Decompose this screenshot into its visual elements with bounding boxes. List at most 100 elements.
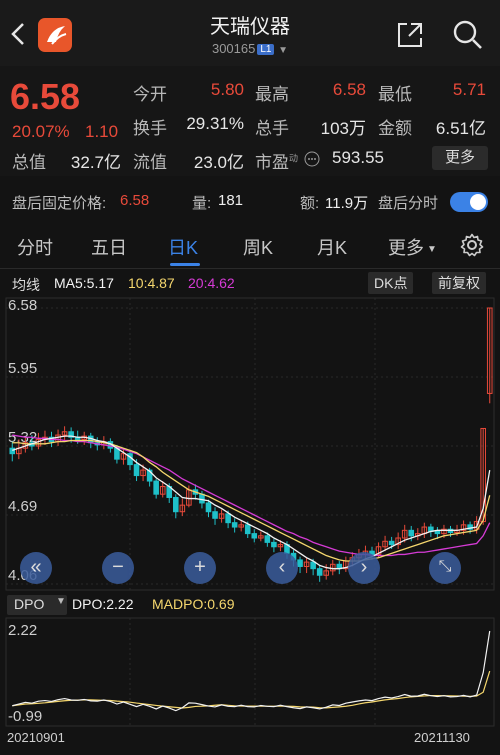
- after-amount-label: 额:: [300, 195, 320, 212]
- candle-body: [212, 511, 218, 519]
- candle-body: [133, 464, 140, 477]
- candle-body: [251, 533, 258, 539]
- ma20-value: 20:4.62: [188, 275, 235, 291]
- indicator-legend: DPO ▼ DPO:2.22 MADPO:0.69: [0, 593, 500, 617]
- volume-value: 103万: [320, 119, 366, 138]
- open-label: 今开: [133, 85, 167, 104]
- candle-body: [310, 561, 316, 570]
- candle-body: [434, 530, 441, 535]
- triangle-down-icon: ▼: [427, 244, 437, 255]
- low-label: 最低: [378, 85, 412, 104]
- level-badge: L1: [257, 44, 275, 55]
- tab-more[interactable]: 更多 ▼: [388, 234, 437, 260]
- ma5-value: MA5:5.17: [54, 275, 114, 291]
- turnover-label: 换手: [133, 119, 167, 138]
- after-price-label: 盘后固定价格:: [12, 195, 107, 212]
- tab-weekly-k[interactable]: 周K: [243, 234, 273, 260]
- more-dots-icon[interactable]: [304, 151, 320, 167]
- high-label: 最高: [255, 85, 289, 104]
- indicator-y-bottom: -0.99: [8, 708, 42, 725]
- app-header: 天瑞仪器 300165 L1 ▼: [0, 0, 500, 66]
- after-hours-bar: 盘后固定价格: 6.58 量: 181 额: 11.9万 盘后分时: [0, 186, 500, 216]
- candle-body: [225, 513, 231, 524]
- after-timeshare-label: 盘后分时: [378, 195, 439, 212]
- after-hours-toggle[interactable]: [450, 192, 488, 212]
- pe-value: 593.55: [332, 148, 384, 167]
- madpo-value: MADPO:0.69: [152, 596, 235, 612]
- ma5-line: [12, 435, 491, 570]
- dpo-value: DPO:2.22: [72, 596, 134, 612]
- indicator-dropdown-icon: ▼: [56, 596, 66, 607]
- candle-body: [388, 540, 395, 546]
- zoom-out-button[interactable]: −: [102, 552, 134, 584]
- scroll-left-fast-button[interactable]: «: [20, 552, 52, 584]
- indicator-name: DPO: [14, 596, 45, 612]
- candle-body: [153, 480, 159, 495]
- chart-frame: [5, 297, 495, 591]
- change-amount: 1.10: [85, 122, 119, 141]
- after-volume-label: 量:: [192, 195, 212, 212]
- current-price: 6.58: [10, 76, 81, 117]
- fullscreen-toggle-button[interactable]: ⤡: [429, 552, 461, 584]
- stock-code-text: 300165: [211, 41, 256, 56]
- ma10-line: [12, 439, 491, 562]
- dpo-chart[interactable]: 2.22 -0.99: [0, 617, 500, 727]
- candle-body: [199, 493, 205, 504]
- candle-body: [231, 522, 238, 528]
- candle-body: [271, 541, 277, 548]
- candle-body: [244, 524, 251, 535]
- candle-body: [316, 568, 323, 576]
- tab-more-label: 更多: [388, 238, 424, 258]
- candle-body: [205, 502, 212, 513]
- candle-body: [408, 529, 415, 537]
- tab-timeshare[interactable]: 分时: [17, 234, 53, 260]
- ma10-value: 10:4.87: [128, 275, 175, 291]
- candle-body: [297, 559, 303, 567]
- tab-five-day[interactable]: 五日: [91, 234, 127, 260]
- period-tabs: 分时 五日 日K 周K 月K 更多 ▼: [0, 222, 500, 269]
- settings-gear-icon[interactable]: [460, 233, 484, 257]
- x-label-start: 20210901: [7, 730, 65, 745]
- tab-monthly-k[interactable]: 月K: [317, 234, 347, 260]
- after-volume-value: 181: [218, 192, 244, 209]
- change-percent: 20.07%: [12, 122, 70, 141]
- y-tick-label: 4.69: [8, 498, 37, 515]
- adjust-button[interactable]: 前复权: [432, 272, 486, 294]
- chevron-down-icon[interactable]: ▼: [278, 45, 288, 56]
- dk-point-button[interactable]: DK点: [368, 272, 414, 294]
- zoom-in-button[interactable]: +: [184, 552, 216, 584]
- high-value: 6.58: [332, 80, 366, 99]
- after-amount-value: 11.9万: [325, 195, 369, 212]
- x-label-end: 20211130: [414, 730, 470, 745]
- indicator-frame: [5, 617, 495, 727]
- indicator-y-top: 2.22: [8, 622, 37, 639]
- candle-body: [9, 447, 16, 455]
- total-cap-label: 总值: [12, 153, 46, 172]
- y-tick-label: 5.95: [8, 360, 37, 377]
- candlestick-chart[interactable]: 6.585.955.324.694.06: [0, 296, 500, 592]
- amount-value: 6.51亿: [435, 119, 486, 138]
- float-cap-label: 流值: [133, 153, 167, 172]
- turnover-value: 29.31%: [186, 114, 244, 133]
- total-cap-value: 32.7亿: [70, 153, 121, 172]
- volume-label: 总手: [255, 119, 289, 138]
- float-cap-value: 23.0亿: [193, 153, 244, 172]
- scroll-left-button[interactable]: ‹: [266, 552, 298, 584]
- share-icon[interactable]: [395, 20, 425, 50]
- active-tab-indicator: [170, 263, 200, 266]
- dpo-line: [12, 630, 491, 712]
- scroll-right-button[interactable]: ›: [348, 552, 380, 584]
- madpo-line: [12, 670, 491, 709]
- y-tick-label: 6.58: [8, 297, 37, 314]
- ma-legend: 均线 MA5:5.17 10:4.87 20:4.62: [0, 270, 500, 296]
- search-icon[interactable]: [452, 19, 484, 51]
- more-button[interactable]: 更多: [432, 146, 488, 170]
- ma-label: 均线: [12, 277, 40, 293]
- open-value: 5.80: [210, 80, 244, 99]
- amount-label: 金额: [378, 119, 412, 138]
- tab-daily-k[interactable]: 日K: [168, 234, 198, 260]
- pe-label: 市盈动: [255, 148, 298, 173]
- stock-code: 300165 L1 ▼: [0, 41, 500, 56]
- after-price-value: 6.58: [120, 192, 150, 209]
- pe-dynamic-mark: 动: [289, 153, 299, 164]
